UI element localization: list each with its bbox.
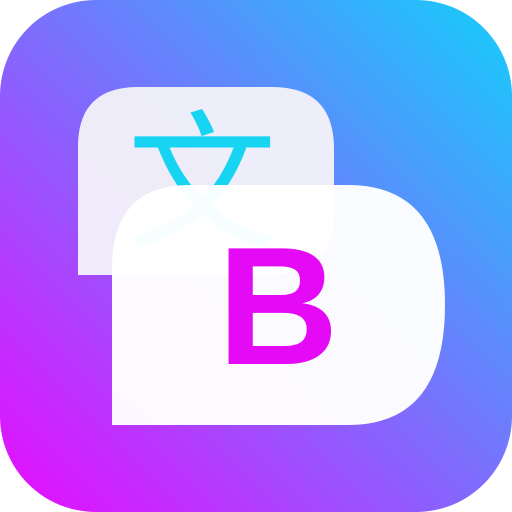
target-letter: B [217, 212, 338, 400]
app-icon[interactable]: 文 B [0, 0, 512, 512]
